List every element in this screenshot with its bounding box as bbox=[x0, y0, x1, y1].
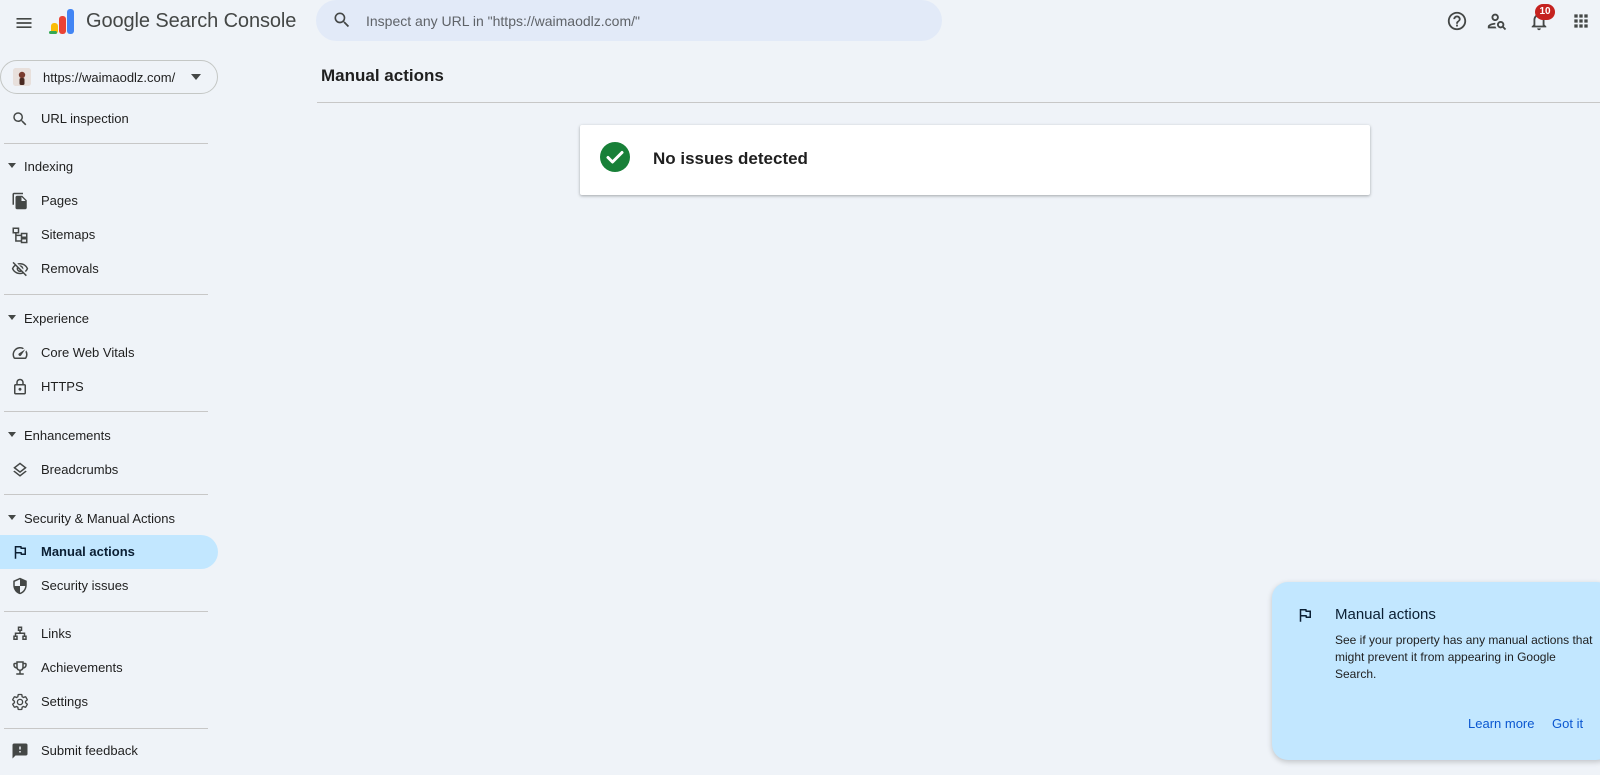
section-toggle-experience[interactable]: Experience bbox=[0, 304, 218, 332]
links-network-icon bbox=[13, 626, 27, 640]
section-label: Enhancements bbox=[24, 428, 111, 443]
collapse-triangle-icon bbox=[8, 515, 16, 520]
product-name[interactable]: Google Search Console bbox=[86, 10, 296, 33]
property-url: https://waimaodlz.com/ bbox=[43, 70, 176, 85]
visibility-off-icon bbox=[11, 261, 29, 277]
sidebar-divider bbox=[4, 143, 208, 144]
collapse-triangle-icon bbox=[8, 163, 16, 168]
sidebar-item-label: Removals bbox=[41, 261, 99, 276]
sidebar-item-label: Sitemaps bbox=[41, 227, 96, 242]
hamburger-menu-icon bbox=[16, 18, 32, 28]
property-selector[interactable]: https://waimaodlz.com/ bbox=[0, 60, 218, 94]
top-bar: Google Search Console 10 bbox=[0, 0, 1600, 44]
sidebar-item-core-web-vitals[interactable]: Core Web Vitals bbox=[0, 336, 218, 370]
page-title: Manual actions bbox=[321, 66, 444, 85]
sidebar-item-security-issues[interactable]: Security issues bbox=[0, 569, 218, 603]
sidebar-item-https[interactable]: HTTPS bbox=[0, 370, 218, 404]
search-icon[interactable] bbox=[332, 10, 352, 30]
google-apps-button[interactable] bbox=[1568, 8, 1594, 34]
caret-down-icon bbox=[191, 74, 201, 80]
info-card-title: Manual actions bbox=[1335, 606, 1436, 623]
url-inspection-search-bar[interactable] bbox=[316, 0, 942, 41]
sidebar-item-label: Breadcrumbs bbox=[41, 462, 119, 477]
flag-icon bbox=[14, 546, 26, 559]
sidebar-item-removals[interactable]: Removals bbox=[0, 252, 218, 286]
lock-icon bbox=[14, 378, 26, 395]
gear-icon bbox=[12, 693, 28, 711]
flag-icon bbox=[1299, 609, 1311, 622]
sidebar-item-label: Settings bbox=[41, 694, 88, 709]
help-button[interactable] bbox=[1444, 8, 1470, 34]
speed-gauge-icon bbox=[12, 347, 28, 359]
feedback-icon bbox=[12, 743, 28, 759]
status-card: No issues detected bbox=[580, 125, 1370, 195]
help-icon bbox=[1447, 11, 1467, 31]
sidebar-divider bbox=[4, 728, 208, 729]
property-avatar bbox=[13, 68, 31, 86]
apps-grid-icon bbox=[1574, 14, 1588, 28]
manual-actions-info-card: Manual actions See if your property has … bbox=[1272, 582, 1600, 760]
sidebar-divider bbox=[4, 494, 208, 495]
sidebar-item-label: Security issues bbox=[41, 578, 129, 593]
section-label: Indexing bbox=[24, 159, 74, 174]
got-it-button[interactable]: Got it bbox=[1552, 716, 1583, 731]
trophy-icon bbox=[13, 661, 27, 675]
collapse-triangle-icon bbox=[8, 432, 16, 437]
url-inspection-input[interactable] bbox=[366, 0, 926, 41]
sitemap-icon bbox=[12, 227, 28, 244]
section-label: Experience bbox=[24, 311, 90, 326]
manage-accounts-icon bbox=[1487, 13, 1507, 31]
notification-count-badge: 10 bbox=[1535, 4, 1555, 20]
info-card-body: See if your property has any manual acti… bbox=[1335, 633, 1593, 681]
sidebar-item-label: HTTPS bbox=[41, 379, 84, 394]
sidebar-divider bbox=[4, 411, 208, 412]
sidebar-item-manual-actions[interactable]: Manual actions bbox=[0, 535, 218, 569]
sidebar-item-label: Pages bbox=[41, 193, 78, 208]
sidebar-item-label: Core Web Vitals bbox=[41, 345, 135, 360]
sidebar-item-links[interactable]: Links bbox=[0, 617, 218, 651]
sidebar-divider bbox=[4, 294, 208, 295]
pages-icon bbox=[12, 192, 27, 210]
search-icon bbox=[13, 112, 27, 126]
section-label: Security & Manual Actions bbox=[24, 511, 176, 526]
sidebar-item-label: Submit feedback bbox=[41, 743, 138, 758]
users-and-permissions-button[interactable] bbox=[1484, 8, 1510, 34]
sidebar-item-breadcrumbs[interactable]: Breadcrumbs bbox=[0, 453, 218, 487]
check-circle-icon bbox=[600, 142, 630, 172]
sidebar-item-label: Manual actions bbox=[41, 544, 135, 559]
search-console-logo-icon[interactable] bbox=[48, 7, 78, 35]
layers-icon bbox=[13, 462, 27, 477]
shield-icon bbox=[13, 577, 27, 595]
sidebar-item-url-inspection[interactable]: URL inspection bbox=[0, 102, 218, 136]
main-menu-button[interactable] bbox=[8, 7, 40, 39]
status-message: No issues detected bbox=[653, 149, 808, 168]
sidebar-item-settings[interactable]: Settings bbox=[0, 685, 218, 719]
section-toggle-enhancements[interactable]: Enhancements bbox=[0, 421, 218, 449]
sidebar-item-label: Achievements bbox=[41, 660, 123, 675]
learn-more-button[interactable]: Learn more bbox=[1468, 716, 1534, 731]
section-toggle-indexing[interactable]: Indexing bbox=[0, 152, 218, 180]
sidebar-item-label: Links bbox=[41, 626, 72, 641]
sidebar-item-sitemaps[interactable]: Sitemaps bbox=[0, 218, 218, 252]
collapse-triangle-icon bbox=[8, 315, 16, 320]
sidebar-item-label: URL inspection bbox=[41, 111, 129, 126]
sidebar-divider bbox=[4, 611, 208, 612]
section-toggle-security-manual-actions[interactable]: Security & Manual Actions bbox=[0, 504, 218, 532]
sidebar-item-pages[interactable]: Pages bbox=[0, 184, 218, 218]
title-divider bbox=[317, 102, 1600, 103]
sidebar-item-submit-feedback[interactable]: Submit feedback bbox=[0, 734, 218, 768]
sidebar-item-achievements[interactable]: Achievements bbox=[0, 651, 218, 685]
